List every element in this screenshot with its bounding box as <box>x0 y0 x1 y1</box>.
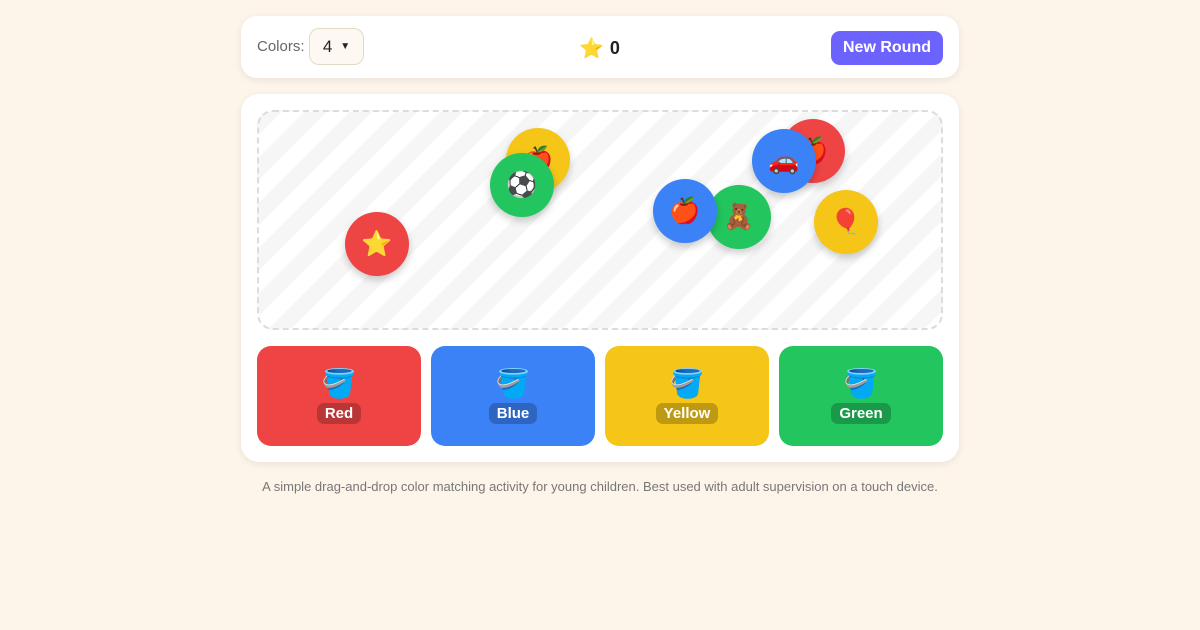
bin-green[interactable]: 🪣 Green <box>779 346 943 446</box>
colors-label: Colors: <box>257 38 305 55</box>
bin-label: Green <box>831 403 891 424</box>
score-value: 0 <box>609 38 620 58</box>
star-icon: ⭐ <box>579 38 604 60</box>
star-icon: ⭐ <box>361 229 393 258</box>
teddy-bear-icon: 🧸 <box>723 202 755 231</box>
bin-label: Blue <box>488 403 538 424</box>
toolbar: Colors: 4 ▼ ⭐ 0 New Round <box>241 16 959 78</box>
token[interactable]: 🚗 <box>752 129 816 193</box>
token[interactable]: ⚽ <box>490 153 554 217</box>
soccer-ball-icon: ⚽ <box>506 170 538 199</box>
bucket-icon: 🪣 <box>495 367 531 400</box>
bin-red[interactable]: 🪣 Red <box>257 346 421 446</box>
bin-blue[interactable]: 🪣 Blue <box>431 346 595 446</box>
token[interactable]: ⭐ <box>345 212 409 276</box>
bucket-icon: 🪣 <box>843 367 879 400</box>
token[interactable]: 🧸 <box>707 185 771 249</box>
bucket-icon: 🪣 <box>669 367 705 400</box>
score-display: ⭐ 0 <box>579 36 620 61</box>
token[interactable]: 🍎 <box>653 179 717 243</box>
balloon-icon: 🎈 <box>830 207 862 236</box>
colors-select-value: 4 <box>322 36 333 56</box>
bin-label: Yellow <box>655 403 719 424</box>
color-bins: 🪣 Red 🪣 Blue 🪣 Yellow 🪣 Green <box>257 346 943 446</box>
footer-note: A simple drag-and-drop color matching ac… <box>262 479 938 494</box>
game-board: 🍎 ⚽ ⭐ 🍎 🚗 🧸 🍎 🎈 🪣 Red 🪣 Blue 🪣 Yellow 🪣 … <box>241 94 959 462</box>
car-icon: 🚗 <box>768 146 800 175</box>
bucket-icon: 🪣 <box>321 367 357 400</box>
token[interactable]: 🎈 <box>814 190 878 254</box>
colors-select[interactable]: 4 ▼ <box>309 28 364 65</box>
play-area: 🍎 ⚽ ⭐ 🍎 🚗 🧸 🍎 🎈 <box>257 110 943 330</box>
bin-label: Red <box>316 403 362 424</box>
chevron-down-icon: ▼ <box>340 41 351 52</box>
new-round-button[interactable]: New Round <box>831 31 943 65</box>
apple-icon: 🍎 <box>669 196 701 225</box>
bin-yellow[interactable]: 🪣 Yellow <box>605 346 769 446</box>
